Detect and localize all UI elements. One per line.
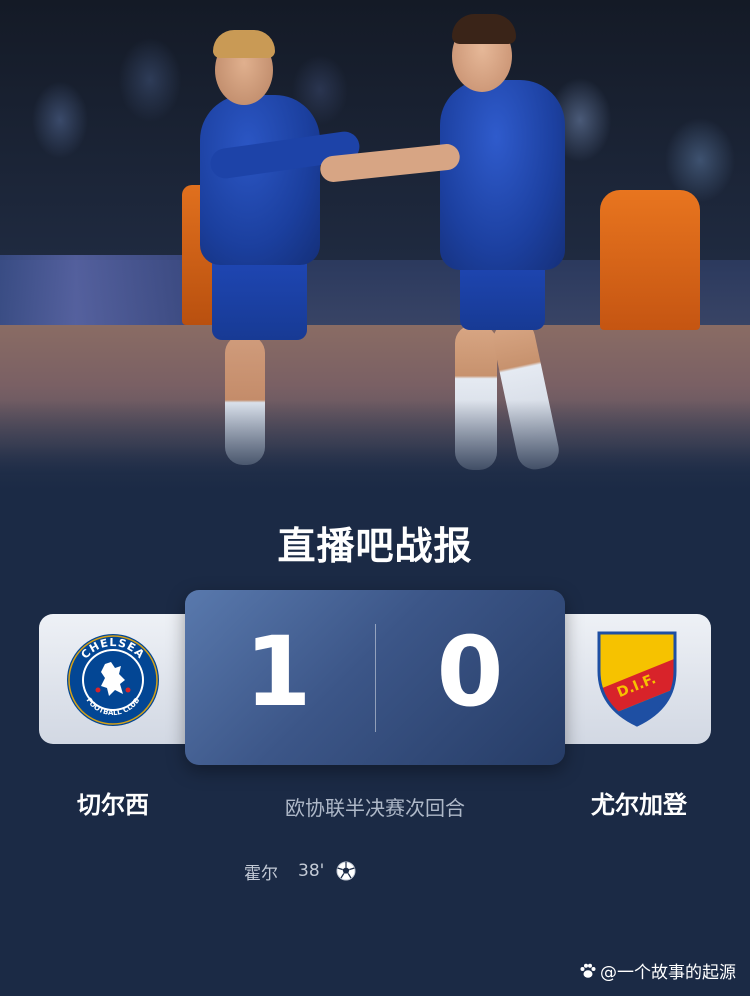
brand-title-main: 直播吧战 <box>277 524 434 568</box>
author-watermark: @一个故事的起源 <box>579 958 736 983</box>
player-left-shorts <box>212 255 307 340</box>
home-score: 1 <box>244 616 312 728</box>
football-icon <box>336 861 356 881</box>
watermark-text: @一个故事的起源 <box>600 963 736 983</box>
player-left-hair <box>213 30 275 58</box>
player-right-hair <box>452 14 516 44</box>
djurgarden-crest-icon: D.I.F. <box>597 631 677 727</box>
player-left-shirt <box>200 95 320 265</box>
away-score: 0 <box>436 616 504 728</box>
score-divider <box>375 624 376 732</box>
away-team-name: 尤尔加登 <box>591 791 687 819</box>
hero-photo <box>0 0 750 490</box>
goal-scorer-name: 霍尔 <box>244 863 278 884</box>
player-right-shirt <box>440 80 565 270</box>
steward-figure <box>600 190 700 330</box>
goal-minute: 38' <box>298 861 325 881</box>
competition-round: 欧协联半决赛次回合 <box>285 796 465 820</box>
away-team-card: D.I.F. <box>561 614 711 744</box>
paw-icon <box>580 963 596 978</box>
brand-title: 直播吧战报 <box>0 515 750 570</box>
home-team-card: CHELSEA FOOTBALL CLUB <box>39 614 189 744</box>
chelsea-crest-icon: CHELSEA FOOTBALL CLUB <box>67 634 159 726</box>
hero-fade <box>0 400 750 490</box>
goal-event: 霍尔 38' <box>244 858 356 884</box>
home-team-name: 切尔西 <box>77 791 149 819</box>
brand-title-end: 报 <box>433 524 473 568</box>
stand-banner <box>0 255 190 325</box>
